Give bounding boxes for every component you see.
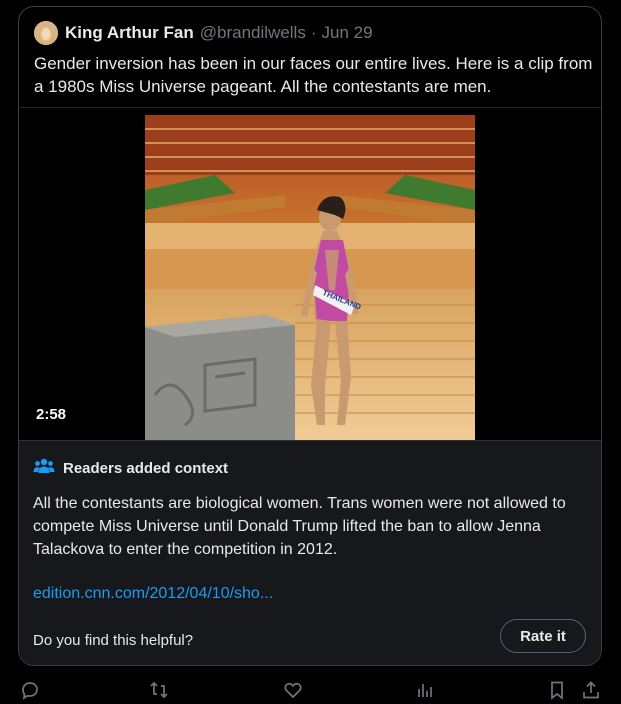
tweet-card[interactable]: King Arthur Fan @brandilwells · Jun 29 G… [18,6,602,666]
avatar[interactable] [34,21,58,45]
like-icon[interactable] [283,680,305,702]
people-icon [33,457,55,480]
rate-it-button[interactable]: Rate it [500,619,586,653]
retweet-icon[interactable] [149,680,171,702]
community-note-source-link[interactable]: edition.cnn.com/2012/04/10/sho... [33,585,273,603]
video-player[interactable]: THAILAND 2:58 [19,107,601,441]
page: King Arthur Fan @brandilwells · Jun 29 G… [0,0,621,704]
helpful-prompt: Do you find this helpful? [33,632,194,649]
video-thumbnail[interactable]: THAILAND [145,115,475,441]
tweet-text: Gender inversion has been in our faces o… [34,54,593,96]
bookmark-icon[interactable] [547,680,569,702]
community-note-title: Readers added context [63,460,229,477]
separator-dot: · [310,23,317,42]
video-duration: 2:58 [36,406,67,423]
tweet-actions-bar [0,676,621,704]
share-icon[interactable] [581,680,603,702]
community-note: Readers added context All the contestant… [19,440,601,665]
community-note-header: Readers added context [33,457,228,480]
views-icon[interactable] [415,680,437,702]
tweet-date[interactable]: Jun 29 [322,23,373,43]
author-handle[interactable]: @brandilwells [200,23,306,43]
community-note-body: All the contestants are biological women… [33,495,566,558]
tweet-header: King Arthur Fan @brandilwells · Jun 29 [34,19,373,47]
reply-icon[interactable] [20,680,42,702]
author-name[interactable]: King Arthur Fan [65,23,194,43]
